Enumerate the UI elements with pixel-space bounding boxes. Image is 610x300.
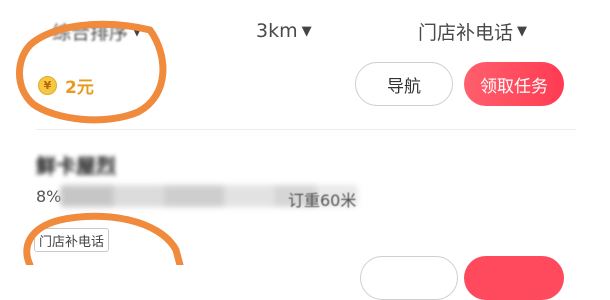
task-type-tag: 门店补电话 xyxy=(34,228,110,252)
distance-prefix: 8% xyxy=(36,187,62,206)
filter-bar: 综合排序 ▼ 3km ▼ 门店补电话 ▼ xyxy=(0,0,610,60)
filter-sort-label: 综合排序 xyxy=(52,21,129,44)
caret-down-icon: ▼ xyxy=(301,23,312,39)
navigate-button-next[interactable] xyxy=(360,256,458,300)
caret-down-icon: ▼ xyxy=(517,23,528,39)
store-name: 鲜卡屋烈 xyxy=(36,154,116,178)
claim-task-button[interactable]: 领取任务 xyxy=(464,62,564,106)
coin-icon: ¥ xyxy=(38,75,57,95)
reward: ¥ 2元 xyxy=(38,72,94,98)
claim-task-button-next[interactable] xyxy=(464,256,564,300)
distance-suffix: 订重60米 xyxy=(288,191,357,210)
divider xyxy=(36,129,576,130)
filter-task-type-label: 门店补电话 xyxy=(418,21,514,44)
filter-sort[interactable]: 综合排序 ▼ xyxy=(52,14,142,48)
caret-down-icon: ▼ xyxy=(132,23,143,39)
reward-amount: 2元 xyxy=(65,77,94,98)
filter-distance[interactable]: 3km ▼ xyxy=(256,14,312,48)
filter-task-type[interactable]: 门店补电话 ▼ xyxy=(418,14,527,48)
filter-distance-label: 3km xyxy=(256,20,298,42)
navigate-button[interactable]: 导航 xyxy=(355,62,453,106)
